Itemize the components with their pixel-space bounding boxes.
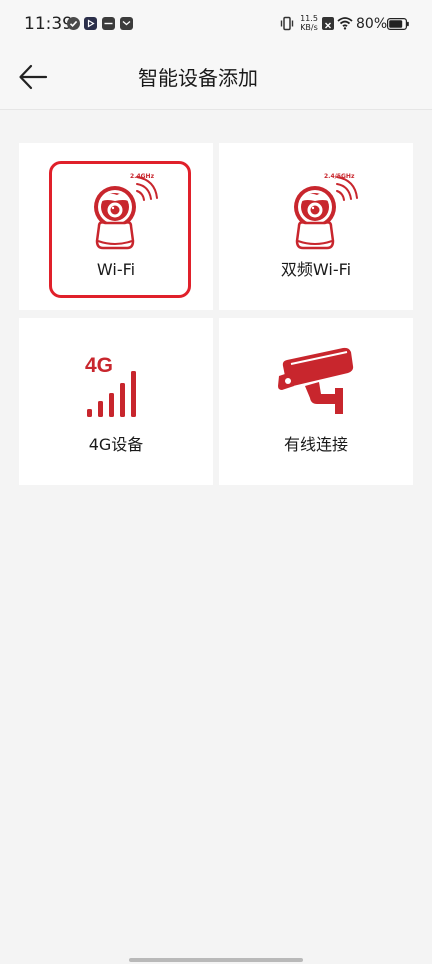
page-title: 智能设备添加 bbox=[138, 66, 258, 90]
check-notification-icon bbox=[67, 17, 80, 30]
title-bar: 智能设备添加 bbox=[0, 46, 432, 110]
network-speed: 11.5 KB/s bbox=[298, 14, 320, 32]
play-notification-icon bbox=[84, 17, 97, 30]
home-indicator[interactable] bbox=[129, 958, 303, 962]
tile-label: 双频Wi-Fi bbox=[280, 260, 352, 279]
network-speed-value: 11.5 bbox=[300, 14, 318, 23]
battery-percent: 80% bbox=[356, 16, 388, 32]
status-bar: 11:39 11.5 KB/s 80% bbox=[0, 0, 432, 46]
network-speed-unit: KB/s bbox=[300, 23, 318, 32]
tile-4g-device[interactable]: 4G 4G设备 bbox=[19, 318, 213, 485]
vivo-notification-icon bbox=[102, 17, 115, 30]
band-label: 2.4GHz bbox=[130, 173, 155, 180]
cctv-camera-icon bbox=[278, 347, 354, 414]
vibrate-icon bbox=[280, 16, 294, 31]
signal-bars-icon bbox=[87, 371, 136, 417]
no-sim-icon bbox=[322, 17, 334, 30]
band-label: 2.4/5GHz bbox=[324, 173, 355, 180]
tile-label: 4G设备 bbox=[88, 435, 144, 454]
battery-icon bbox=[387, 18, 409, 30]
camera-dualband-icon bbox=[294, 176, 358, 250]
tile-label: Wi-Fi bbox=[96, 260, 136, 279]
tile-label: 有线连接 bbox=[283, 435, 348, 454]
status-time: 11:39 bbox=[24, 14, 73, 34]
tile-wifi[interactable]: 2.4GHz Wi-Fi bbox=[19, 143, 213, 310]
camera-wifi-icon bbox=[94, 176, 158, 250]
tile-wired-connection[interactable]: 有线连接 bbox=[219, 318, 413, 485]
wifi-icon bbox=[337, 17, 353, 30]
message-notification-icon bbox=[120, 17, 133, 30]
tile-dualband-wifi[interactable]: 2.4/5GHz 双频Wi-Fi bbox=[219, 143, 413, 310]
cellular-4g-icon: 4G bbox=[85, 354, 147, 418]
